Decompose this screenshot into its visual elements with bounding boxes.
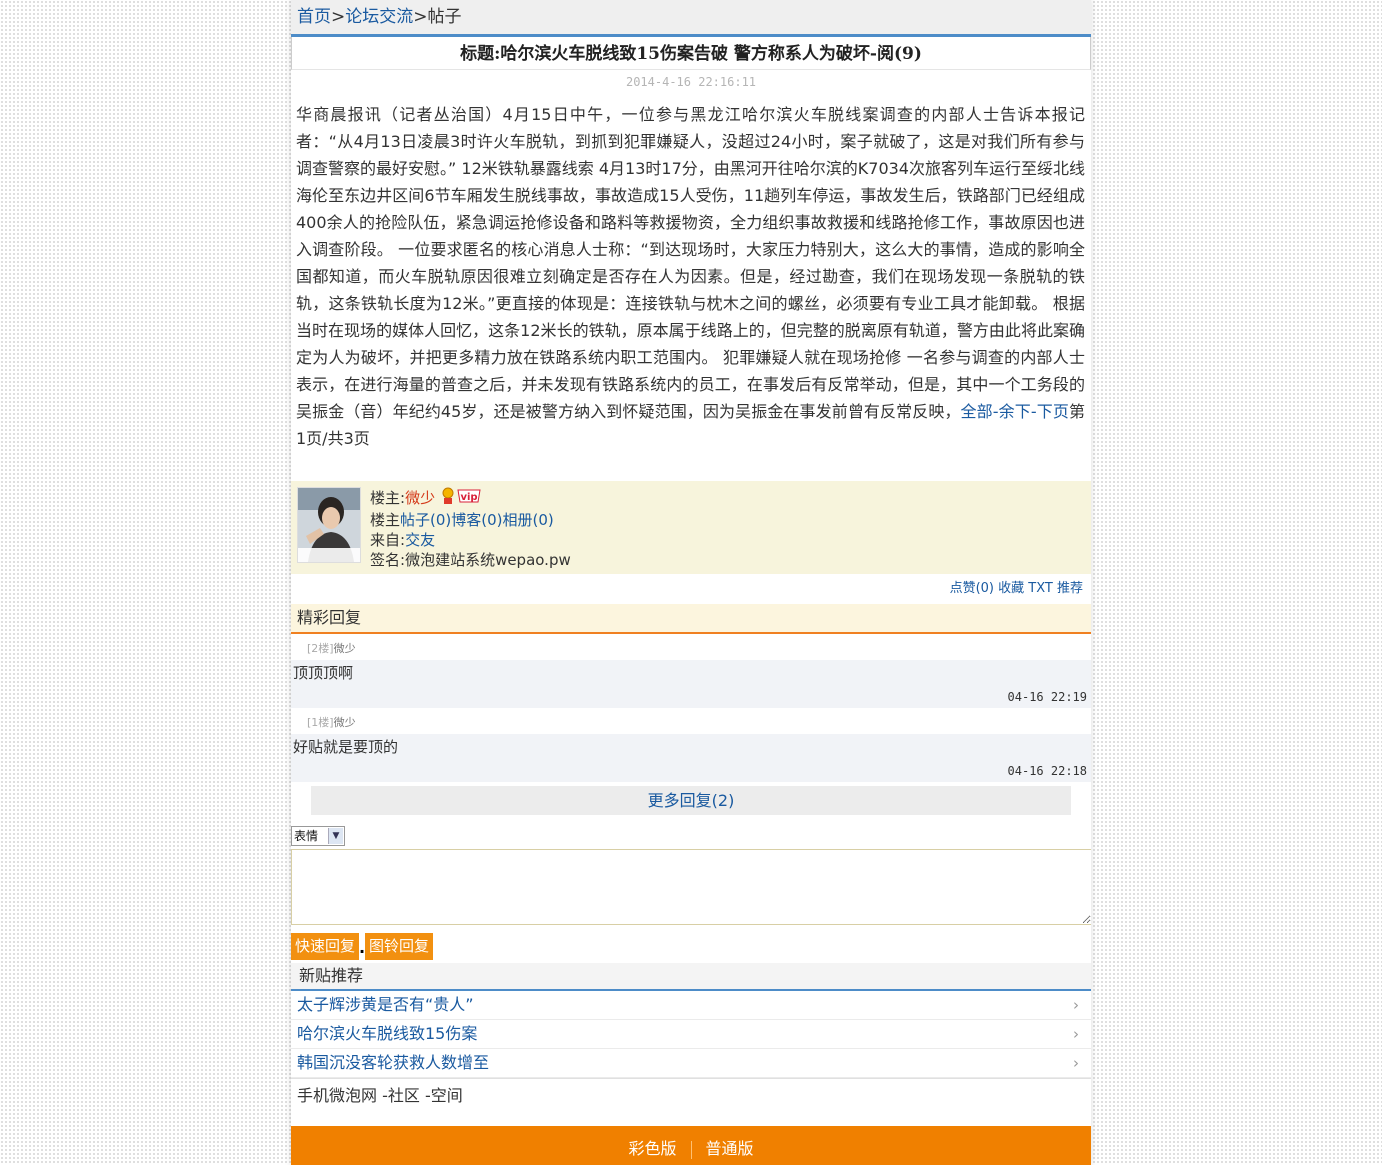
vip-badge-text: vip [460,492,477,503]
reply-user-link[interactable]: 微少 [334,716,356,729]
author-info: 楼主:微少 vip 楼主帖子(0)博客(0)相册(0) 来自:交友 签名:微泡建… [370,487,571,570]
post-title: 标题:哈尔滨火车脱线致15伤案告破 警方称系人为破坏-阅(9) [291,37,1091,70]
reply-time: 04-16 22:19 [1007,690,1087,704]
reply-text: 顶顶顶啊 [293,664,354,682]
vip-badge-icon: vip [456,488,482,509]
replies-section-title: 精彩回复 [291,604,1091,634]
recommend-section-title: 新贴推荐 [291,963,1091,991]
like-link[interactable]: 点赞(0) [950,581,994,596]
footer-space-link[interactable]: 空间 [431,1086,463,1105]
recommend-item-link[interactable]: 哈尔滨火车脱线致15伤案 [297,1024,477,1043]
footer-site-link[interactable]: 手机微泡网 [297,1086,377,1105]
favorite-link[interactable]: 收藏 [998,581,1024,596]
post-actions: 点赞(0) 收藏 TXT 推荐 [291,574,1091,604]
owner-name-link[interactable]: 微少 [405,489,435,507]
post-datetime: 2014-4-16 22:16:11 [625,75,757,89]
avatar-image [298,488,360,562]
breadcrumb-separator: > [413,7,428,27]
breadcrumb-current: 帖子 [427,7,462,27]
medal-icon [440,487,456,510]
reply-user-link[interactable]: 微少 [334,642,356,655]
owner-links-label: 楼主 [370,511,401,529]
post-body-text: 华商晨报讯（记者丛治国）4月15日中午，一位参与黑龙江哈尔滨火车脱线案调查的内部… [296,105,1085,421]
reply-item: [1楼]微少 好贴就是要顶的 04-16 22:18 [291,712,1091,782]
recommend-item[interactable]: 韩国沉没客轮获救人数增至 › [291,1049,1091,1078]
reply-textarea[interactable] [291,849,1091,925]
pager-rest-link[interactable]: 余下 [999,402,1031,421]
author-panel: 楼主:微少 vip 楼主帖子(0)博客(0)相册(0) 来自:交友 签名:微泡建… [291,481,1091,574]
author-signature-row: 签名:微泡建站系统wepao.pw [370,550,571,570]
more-replies-button[interactable]: 更多回复(2) [311,786,1071,815]
chevron-down-icon: ▼ [328,828,343,844]
recommend-item[interactable]: 哈尔滨火车脱线致15伤案 › [291,1020,1091,1049]
pager-all-link[interactable]: 全部 [961,402,993,421]
footer-links: 手机微泡网 -社区 -空间 [291,1078,1091,1113]
chevron-right-icon: › [1073,996,1079,1014]
image-reply-button[interactable]: 图铃回复 [365,933,434,960]
breadcrumb-home-link[interactable]: 首页 [297,7,331,27]
recommend-link[interactable]: 推荐 [1057,581,1083,596]
author-blog-link[interactable]: 博客(0) [451,511,502,529]
chevron-right-icon: › [1073,1054,1079,1072]
breadcrumb: 首页>论坛交流>帖子 [291,0,1091,37]
chevron-right-icon: › [1073,1025,1079,1043]
author-from-row: 来自:交友 [370,530,571,550]
footer-separator: - [377,1086,388,1105]
reply-body: 顶顶顶啊 04-16 22:19 [291,660,1091,708]
avatar[interactable] [297,487,361,563]
author-posts-link[interactable]: 帖子(0) [400,511,451,529]
author-album-link[interactable]: 相册(0) [503,511,554,529]
reply-meta: [1楼]微少 [291,712,1091,734]
reply-buttons: 快速回复. 图铃回复 [291,933,1091,960]
page-container: 首页>论坛交流>帖子 标题:哈尔滨火车脱线致15伤案告破 警方称系人为破坏-阅(… [291,0,1091,1165]
emoji-select[interactable]: 表情 ▼ [291,826,345,846]
post-body: 华商晨报讯（记者丛治国）4月15日中午，一位参与黑龙江哈尔滨火车脱线案调查的内部… [291,94,1091,481]
author-links-row: 楼主帖子(0)博客(0)相册(0) [370,510,571,530]
reply-floor: [1楼] [307,716,334,729]
recommend-item[interactable]: 太子辉涉黄是否有“贵人” › [291,991,1091,1020]
bottom-version-bar: 彩色版 普通版 [291,1126,1091,1165]
footer-separator: - [419,1086,431,1105]
from-label: 来自: [370,531,406,549]
signature-label: 签名: [370,551,406,569]
reply-text: 好贴就是要顶的 [293,738,399,756]
recommend-item-link[interactable]: 太子辉涉黄是否有“贵人” [297,995,474,1014]
version-divider [690,1140,692,1159]
pager-next-link[interactable]: 下页 [1037,402,1069,421]
from-link[interactable]: 交友 [405,531,435,549]
quick-reply-button[interactable]: 快速回复 [291,933,360,960]
recommend-item-link[interactable]: 韩国沉没客轮获救人数增至 [297,1053,489,1072]
owner-label: 楼主: [370,489,406,507]
emoji-row: 表情 ▼ [291,825,1091,849]
signature-text: 微泡建站系统wepao.pw [405,551,571,569]
footer-community-link[interactable]: 社区 [388,1086,420,1105]
emoji-select-value: 表情 [294,829,319,843]
txt-link[interactable]: TXT [1028,581,1053,596]
author-owner-row: 楼主:微少 vip [370,487,571,510]
reply-item: [2楼]微少 顶顶顶啊 04-16 22:19 [291,638,1091,708]
reply-meta: [2楼]微少 [291,638,1091,660]
reply-floor: [2楼] [307,642,334,655]
breadcrumb-forum-link[interactable]: 论坛交流 [345,7,413,27]
color-version-link[interactable]: 彩色版 [628,1139,676,1158]
breadcrumb-separator: > [331,7,346,27]
reply-time: 04-16 22:18 [1007,764,1087,778]
plain-version-link[interactable]: 普通版 [706,1139,754,1158]
reply-body: 好贴就是要顶的 04-16 22:18 [291,734,1091,782]
